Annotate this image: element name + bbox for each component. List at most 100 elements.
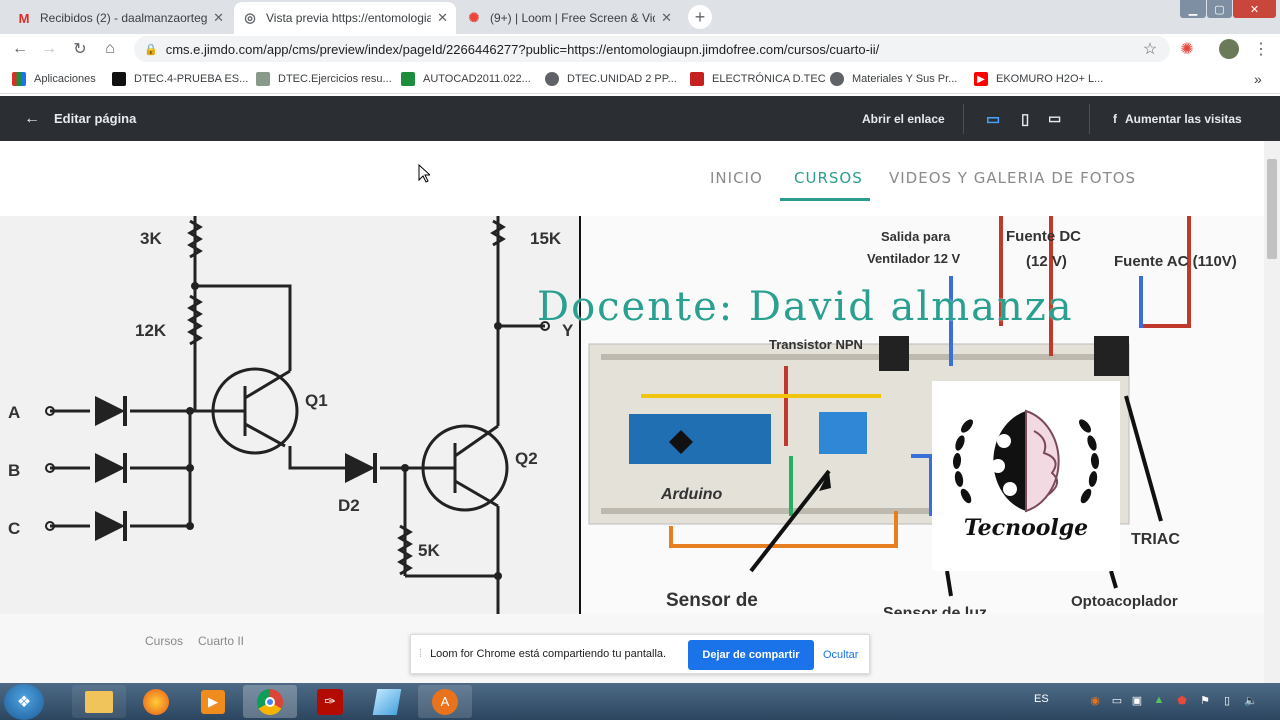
bookmark-label: DTEC.4-PRUEBA ES... (134, 73, 249, 85)
tab-strip: M Recibidos (2) - daalmanzaortega@ ✕ ◎ V… (0, 0, 1280, 34)
bookmark-item[interactable]: ELECTRÓNICA D.TEC (690, 70, 826, 88)
tab-preview[interactable]: ◎ Vista previa https://entomologia ✕ (234, 2, 456, 34)
bookmark-label: ELECTRÓNICA D.TEC (712, 73, 826, 85)
loom-sharing-message: Loom for Chrome está compartiendo tu pan… (430, 648, 667, 660)
more-bookmarks-button[interactable]: » (1254, 70, 1262, 88)
gmail-icon: M (18, 10, 30, 26)
label-r1: 3K (140, 229, 162, 248)
forward-arrow-icon[interactable]: → (38, 38, 60, 60)
bookmark-label: EKOMURO H2O+ L... (996, 73, 1104, 85)
menu-icon[interactable]: ⋮ (1250, 38, 1272, 60)
bookmark-item[interactable]: DTEC.UNIDAD 2 PP... (545, 70, 677, 88)
shield-tray-icon[interactable]: ⬟ (1175, 693, 1189, 707)
keyboard-tray-icon[interactable]: ▭ (1110, 693, 1124, 707)
label-triac: TRIAC (1131, 531, 1180, 548)
avast-icon[interactable]: A (418, 685, 472, 718)
facebook-icon: f (1113, 111, 1117, 126)
chrome-icon[interactable] (243, 685, 297, 718)
label-r4: 5K (418, 541, 440, 560)
network-tray-icon[interactable]: ▲ (1152, 693, 1166, 707)
close-icon[interactable]: ✕ (437, 10, 448, 26)
media-player-icon[interactable]: ▶ (186, 685, 240, 718)
reload-icon[interactable]: ↻ (69, 38, 91, 60)
apps-grid-icon (12, 72, 26, 86)
home-icon[interactable]: ⌂ (99, 38, 121, 60)
scrollbar-thumb[interactable] (1267, 159, 1277, 259)
close-icon[interactable]: ✕ (213, 10, 224, 26)
tab-title: Vista previa https://entomologia (266, 11, 432, 25)
close-icon[interactable]: ✕ (661, 10, 672, 26)
breadcrumb-cursos[interactable]: Cursos (145, 634, 183, 648)
lock-icon: 🔒 (144, 43, 158, 56)
flag-tray-icon[interactable]: ⚑ (1198, 693, 1212, 707)
label-fuente-ac: Fuente AC (110V) (1114, 253, 1237, 270)
desktop-view-icon[interactable]: ▭ (986, 96, 1000, 141)
tab-title: Recibidos (2) - daalmanzaortega@ (40, 11, 208, 25)
loom-icon: ✺ (468, 10, 480, 25)
edit-page-button[interactable]: ← Editar página (24, 96, 136, 141)
firefox-icon[interactable] (129, 685, 183, 718)
minimize-button[interactable]: ▁ (1180, 0, 1206, 18)
page-scrollbar[interactable] (1264, 141, 1280, 683)
close-window-button[interactable]: ✕ (1233, 0, 1276, 18)
label-q1: Q1 (305, 391, 328, 410)
star-icon[interactable]: ☆ (1139, 38, 1161, 60)
divider (963, 104, 964, 134)
site-navigation: INICIO CURSOS VIDEOS Y GALERIA DE FOTOS (0, 141, 1264, 217)
circuit-schematic-image: 3K 12K 15K 5K Q1 Q2 D2 A B C Y (0, 216, 580, 614)
nav-inicio[interactable]: INICIO (710, 169, 763, 187)
back-arrow-icon: ← (24, 109, 40, 127)
bookmark-item[interactable]: Materiales Y Sus Pr... (830, 70, 957, 88)
drag-handle-icon[interactable]: ⁞ (419, 648, 422, 660)
browser-toolbar: ← → ↻ ⌂ 🔒 cms.e.jimdo.com/app/cms/previe… (0, 34, 1280, 64)
tab-loom[interactable]: ✺ (9+) | Loom | Free Screen & Vide ✕ (458, 2, 680, 34)
label-salida: Salida para (881, 229, 951, 244)
new-tab-button[interactable]: + (688, 5, 712, 29)
volume-icon[interactable]: 🔈 (1244, 693, 1258, 707)
label-r3: 15K (530, 229, 562, 248)
website-preview: INICIO CURSOS VIDEOS Y GALERIA DE FOTOS (0, 141, 1264, 683)
loom-extension-icon[interactable]: ✺ (1176, 38, 1198, 60)
bookmark-item[interactable]: DTEC.4-PRUEBA ES... (112, 70, 248, 88)
nav-cursos[interactable]: CURSOS (794, 169, 863, 187)
hide-button[interactable]: Ocultar (823, 640, 858, 670)
hero-banner: 3K 12K 15K 5K Q1 Q2 D2 A B C Y Salida pa… (0, 216, 1264, 614)
start-button[interactable]: ❖ (4, 684, 44, 720)
bookmark-label: Materiales Y Sus Pr... (852, 73, 958, 85)
youtube-icon: ▶ (974, 72, 988, 86)
bookmark-item[interactable]: DTEC.Ejercicios resu... (256, 70, 392, 88)
loom-sharing-banner: ⁞ Loom for Chrome está compartiendo tu p… (410, 634, 870, 674)
dtec-icon (112, 72, 126, 86)
address-text: cms.e.jimdo.com/app/cms/preview/index/pa… (165, 41, 880, 57)
notepad-icon[interactable] (360, 685, 414, 718)
bookmark-apps[interactable]: Aplicaciones (12, 70, 96, 88)
bookmark-item[interactable]: AUTOCAD2011.022... (401, 70, 531, 88)
tablet-view-icon[interactable]: ▭ (1048, 96, 1061, 141)
acrobat-icon[interactable]: ✑ (303, 685, 357, 718)
language-indicator[interactable]: ES (1034, 693, 1049, 705)
mobile-view-icon[interactable]: ▯ (1021, 96, 1029, 141)
bookmark-label: AUTOCAD2011.022... (423, 73, 531, 85)
breadboard-circuit-image: Salida para Ventilador 12 V Fuente DC (1… (581, 216, 1264, 614)
divider (1089, 104, 1090, 134)
active-nav-underline (780, 198, 870, 201)
boost-visits-button[interactable]: f Aumentar las visitas (1113, 96, 1242, 141)
address-bar[interactable]: 🔒 cms.e.jimdo.com/app/cms/preview/index/… (134, 36, 1170, 62)
mouse-cursor-icon (418, 164, 430, 183)
explorer-icon[interactable] (72, 685, 126, 718)
open-link-button[interactable]: Abrir el enlace (862, 96, 945, 141)
back-arrow-icon[interactable]: ← (9, 38, 31, 60)
label-arduino: Arduino (660, 486, 723, 503)
bookmark-item[interactable]: ▶ EKOMURO H2O+ L... (974, 70, 1103, 88)
nav-videos-galeria[interactable]: VIDEOS Y GALERIA DE FOTOS (889, 169, 1136, 187)
label-ventilador: Ventilador 12 V (867, 251, 961, 266)
device-tray-icon[interactable]: ▯ (1220, 693, 1234, 707)
display-tray-icon[interactable]: ▣ (1130, 693, 1144, 707)
maximize-button[interactable]: ▢ (1207, 0, 1232, 18)
breadcrumb-cuarto-ii[interactable]: Cuarto II (198, 634, 244, 648)
globe-icon: ◎ (244, 10, 256, 25)
stop-sharing-button[interactable]: Dejar de compartir (688, 640, 814, 670)
avatar[interactable] (1218, 38, 1240, 60)
avast-tray-icon[interactable]: ◉ (1088, 693, 1102, 707)
tab-gmail[interactable]: M Recibidos (2) - daalmanzaortega@ ✕ (8, 2, 232, 34)
